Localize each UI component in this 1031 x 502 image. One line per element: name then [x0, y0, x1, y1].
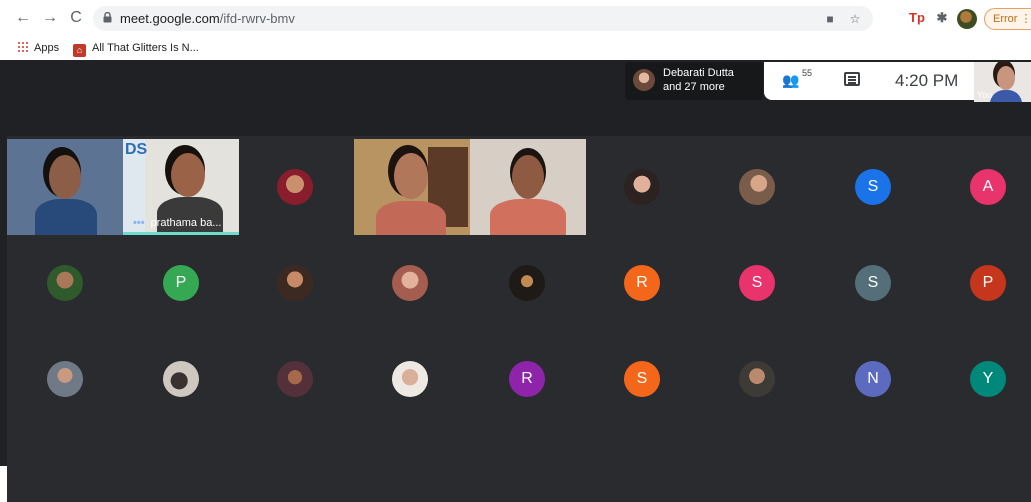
participant-avatar[interactable]: P [163, 265, 199, 301]
participant-avatar[interactable]: A [970, 169, 1006, 205]
profile-avatar[interactable] [957, 9, 977, 29]
joined-notice[interactable]: Debarati Dutta and 27 more [625, 62, 763, 100]
video-face [394, 153, 428, 199]
self-face [997, 66, 1015, 90]
star-icon[interactable]: ☆ [848, 12, 862, 26]
url-path: /ifd-rwrv-bmv [219, 11, 295, 26]
video-tile[interactable] [470, 139, 586, 235]
reload-icon[interactable]: C [67, 9, 85, 27]
participant-photo-avatar[interactable] [277, 265, 313, 301]
apps-grid-icon [17, 41, 28, 52]
video-tile-featured[interactable]: DS ••• prathama ba... [123, 139, 239, 235]
bookmark-label: All That Glitters Is N... [92, 42, 199, 54]
participant-name-bar: ••• prathama ba... [123, 213, 239, 233]
more-menu-icon[interactable]: ⋮ [1021, 13, 1031, 25]
people-icon[interactable]: 👥 [782, 72, 799, 89]
participant-avatar[interactable]: S [855, 169, 891, 205]
bookmark-item[interactable]: ⌂ All That Glitters Is N... [73, 40, 199, 57]
meeting-top-panel: 👥 55 4:20 PM [764, 62, 974, 100]
participant-photo-avatar[interactable] [509, 265, 545, 301]
video-body [490, 199, 566, 235]
participant-photo-avatar[interactable] [277, 361, 313, 397]
participant-grid: DS ••• prathama ba... S A P R S S P R S … [7, 136, 1031, 502]
joined-avatar [633, 69, 655, 91]
back-icon[interactable]: ← [14, 9, 32, 27]
bookmark-apps[interactable]: Apps [17, 40, 59, 56]
participant-photo-avatar[interactable] [47, 361, 83, 397]
lock-icon [103, 12, 112, 23]
participant-avatar[interactable]: S [739, 265, 775, 301]
video-face [512, 155, 544, 199]
participant-avatar[interactable]: R [509, 361, 545, 397]
joined-text: Debarati Dutta and 27 more [663, 66, 734, 94]
bookmark-label: Apps [34, 42, 60, 54]
bookmark-favicon: ⌂ [73, 44, 86, 57]
participant-avatar[interactable]: R [624, 265, 660, 301]
banner-logo: DS [125, 141, 148, 158]
url-text: meet.google.com/ifd-rwrv-bmv [120, 11, 295, 26]
video-face [171, 153, 205, 197]
camera-icon[interactable]: ■ [823, 12, 837, 26]
speaking-dots-icon: ••• [133, 217, 145, 229]
self-view-tile[interactable]: You [974, 62, 1031, 102]
people-count: 55 [802, 68, 813, 78]
url-host: meet.google.com [120, 11, 220, 26]
self-label: You [977, 90, 993, 100]
browser-toolbar: ← → C meet.google.com/ifd-rwrv-bmv ■ ☆ T… [0, 0, 1031, 36]
participant-avatar[interactable]: N [855, 361, 891, 397]
video-body [376, 201, 446, 235]
puzzle-extension-icon[interactable]: ✱ [933, 9, 951, 27]
video-body [35, 199, 97, 235]
error-label: Error [993, 13, 1018, 25]
participant-photo-avatar[interactable] [392, 361, 428, 397]
participant-photo-avatar[interactable] [47, 265, 83, 301]
chat-icon[interactable] [844, 72, 860, 86]
video-face [49, 155, 81, 199]
participant-photo-avatar[interactable] [739, 169, 775, 205]
participant-photo-avatar[interactable] [624, 169, 660, 205]
error-chip[interactable]: Error ⋮ [984, 8, 1031, 30]
bookmarks-bar: Apps ⌂ All That Glitters Is N... [0, 36, 1031, 60]
participant-avatar[interactable]: P [970, 265, 1006, 301]
address-bar[interactable]: meet.google.com/ifd-rwrv-bmv ■ ☆ [93, 6, 873, 31]
participant-avatar[interactable]: S [624, 361, 660, 397]
participant-photo-avatar[interactable] [739, 361, 775, 397]
participant-photo-avatar[interactable] [163, 361, 199, 397]
joined-name: Debarati Dutta [663, 67, 734, 79]
meet-window: Debarati Dutta and 27 more 👥 55 4:20 PM … [0, 60, 1031, 502]
participant-avatar[interactable]: S [855, 265, 891, 301]
active-speaker-bar [123, 232, 239, 235]
meeting-clock: 4:20 PM [895, 71, 959, 90]
video-tile[interactable] [7, 139, 123, 235]
participant-name: prathama ba... [150, 217, 222, 229]
forward-icon[interactable]: → [41, 9, 59, 27]
participant-photo-avatar[interactable] [392, 265, 428, 301]
participant-avatar[interactable]: Y [970, 361, 1006, 397]
self-body [990, 90, 1022, 102]
participant-photo-avatar[interactable] [277, 169, 313, 205]
tp-extension-icon[interactable]: Tp [908, 9, 926, 27]
video-tile[interactable] [354, 139, 470, 235]
joined-more: and 27 more [663, 81, 725, 93]
